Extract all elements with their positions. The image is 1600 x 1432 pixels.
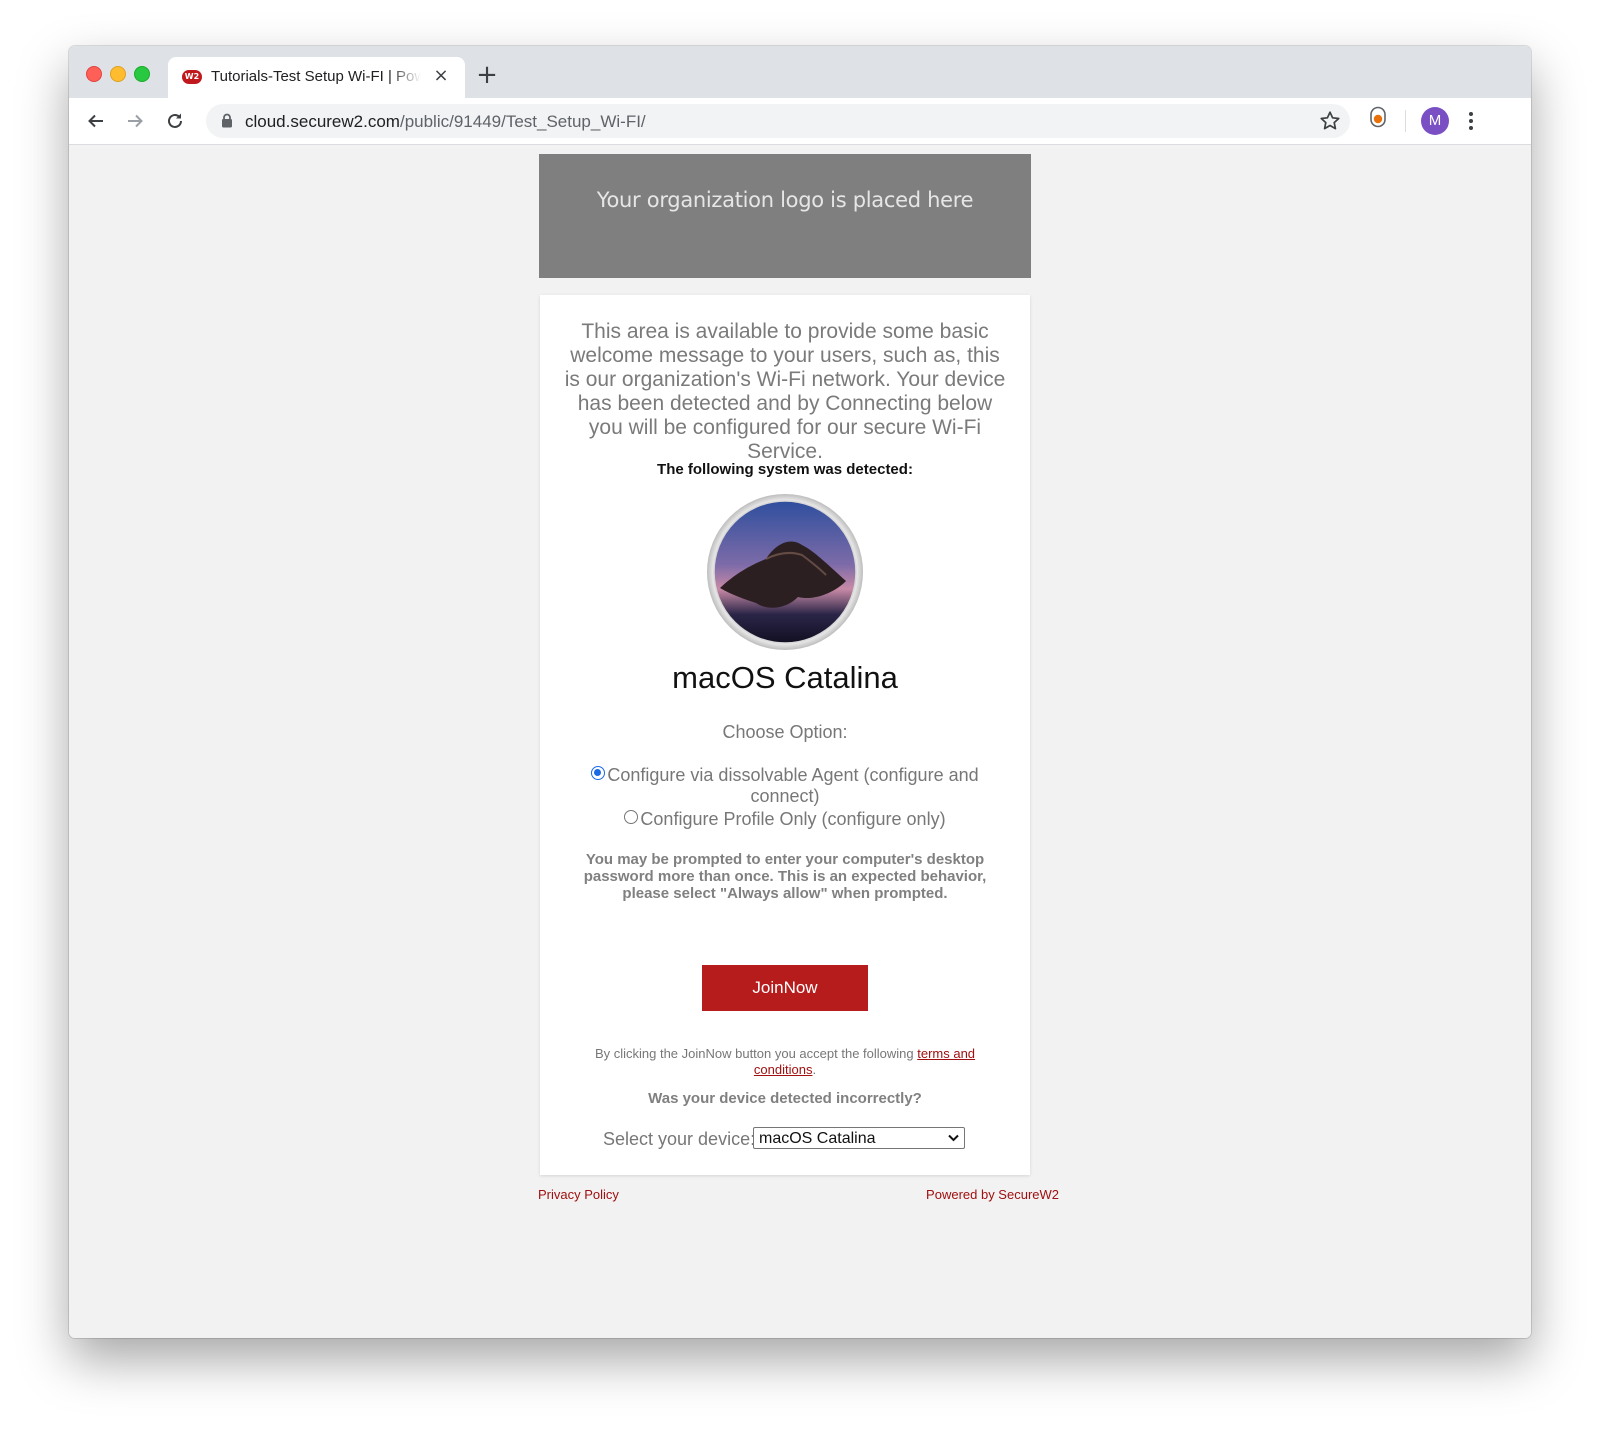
radio-profile-only[interactable] [624, 810, 639, 824]
profile-avatar[interactable]: M [1421, 107, 1449, 135]
browser-toolbar: cloud.securew2.com/public/91449/Test_Set… [69, 98, 1531, 145]
select-device-label: Select your device: [603, 1129, 756, 1149]
detected-os-name: macOS Catalina [672, 660, 898, 695]
terms-prefix: By clicking the JoinNow button you accep… [594, 1046, 918, 1061]
forward-arrow-icon[interactable] [121, 107, 149, 135]
back-arrow-icon[interactable] [82, 107, 110, 135]
onboarding-card: This area is available to provide some b… [540, 295, 1030, 1175]
url-path: /public/91449/Test_Setup_Wi-FI/ [399, 112, 646, 131]
tab-title: Tutorials-Test Setup Wi-FI | Powered by … [211, 68, 421, 85]
url-text: cloud.securew2.com/public/91449/Test_Set… [245, 112, 646, 132]
close-window-button[interactable] [86, 66, 102, 82]
zoom-window-button[interactable] [134, 66, 150, 82]
terms-notice: By clicking the JoinNow button you accep… [580, 1046, 990, 1078]
address-bar[interactable]: cloud.securew2.com/public/91449/Test_Set… [206, 104, 1350, 138]
browser-tab[interactable]: W2 Tutorials-Test Setup Wi-FI | Powered … [168, 57, 465, 98]
macos-catalina-icon [707, 494, 863, 650]
url-host: cloud.securew2.com [245, 112, 400, 131]
password-prompt-warning: You may be prompted to enter your comput… [583, 851, 987, 902]
menu-dots-icon[interactable] [1463, 107, 1479, 135]
choose-option-label: Choose Option: [722, 722, 848, 742]
new-tab-icon[interactable]: + [475, 62, 499, 88]
page-content: Your organization logo is placed here Th… [69, 145, 1531, 1338]
detected-system-heading: The following system was detected: [657, 461, 913, 478]
welcome-message: This area is available to provide some b… [564, 320, 1006, 463]
minimize-window-button[interactable] [110, 66, 126, 82]
join-now-button[interactable]: JoinNow [702, 965, 868, 1011]
device-select-row: Select your device: macOS Catalina [603, 1127, 983, 1151]
securew2-favicon-icon: W2 [182, 70, 202, 84]
option-label: Configure Profile Only (configure only) [640, 809, 946, 829]
browser-window: W2 Tutorials-Test Setup Wi-FI | Powered … [69, 46, 1531, 1338]
option-dissolvable-agent[interactable]: Configure via dissolvable Agent (configu… [580, 765, 990, 807]
extension-icon[interactable] [1369, 106, 1387, 128]
organization-logo-placeholder: Your organization logo is placed here [539, 154, 1031, 278]
option-profile-only[interactable]: Configure Profile Only (configure only) [580, 809, 990, 830]
radio-dissolvable-agent[interactable] [591, 766, 606, 780]
title-bar: W2 Tutorials-Test Setup Wi-FI | Powered … [69, 46, 1531, 98]
option-label: Configure via dissolvable Agent (configu… [607, 765, 979, 806]
close-tab-icon[interactable]: × [430, 65, 452, 87]
toolbar-divider [1405, 110, 1406, 132]
logo-placeholder-text: Your organization logo is placed here [596, 188, 974, 212]
incorrect-detection-question: Was your device detected incorrectly? [648, 1090, 922, 1107]
device-select-value: macOS Catalina [759, 1130, 876, 1147]
terms-suffix: . [812, 1062, 817, 1077]
lock-icon [222, 113, 232, 128]
chevron-down-icon [948, 1134, 959, 1142]
bookmark-star-icon[interactable] [1318, 109, 1342, 133]
privacy-policy-link[interactable]: Privacy Policy [538, 1187, 619, 1202]
reload-icon[interactable] [161, 107, 189, 135]
device-select[interactable]: macOS Catalina [753, 1127, 965, 1149]
powered-by-securew2-link[interactable]: Powered by SecureW2 [926, 1187, 1059, 1202]
